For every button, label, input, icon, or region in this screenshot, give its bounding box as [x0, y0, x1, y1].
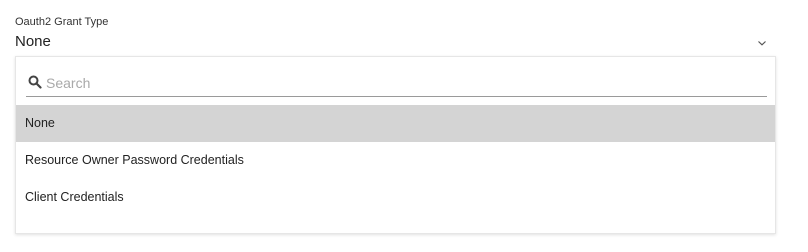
dropdown-menu: None Resource Owner Password Credentials…: [15, 56, 776, 234]
search-input[interactable]: [46, 72, 746, 94]
selected-value: None: [15, 33, 51, 50]
search-box: [26, 71, 767, 97]
search-icon: [28, 75, 42, 89]
chevron-down-icon[interactable]: [757, 35, 767, 46]
oauth2-grant-type-field: Oauth2 Grant Type None None Resource Own…: [15, 0, 777, 252]
field-label: Oauth2 Grant Type: [15, 16, 109, 28]
option-none[interactable]: None: [16, 105, 775, 142]
grant-type-select[interactable]: None: [15, 31, 777, 55]
option-client-credentials[interactable]: Client Credentials: [16, 179, 775, 216]
option-resource-owner-password-credentials[interactable]: Resource Owner Password Credentials: [16, 142, 775, 179]
options-list: None Resource Owner Password Credentials…: [16, 105, 775, 216]
